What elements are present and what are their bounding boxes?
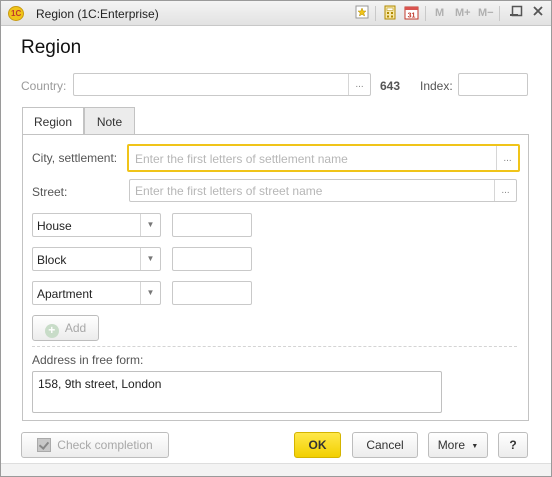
tab-region[interactable]: Region [22, 107, 84, 135]
title-bar: 1C Region (1C:Enterprise) 31 M M+ M− [1, 1, 551, 26]
apartment-type-select[interactable]: Apartment ▼ [32, 281, 161, 305]
ok-button[interactable]: OK [294, 432, 341, 458]
divider [32, 346, 517, 347]
index-field[interactable] [458, 73, 528, 96]
check-icon [37, 438, 52, 452]
house-number-input[interactable] [172, 213, 252, 237]
memory-m-button[interactable]: M [435, 7, 444, 19]
add-icon: + [44, 324, 59, 338]
street-label: Street: [32, 185, 68, 199]
check-completion-button[interactable]: Check completion [21, 432, 169, 458]
free-form-textarea[interactable]: 158, 9th street, London [32, 371, 442, 413]
city-placeholder: Enter the first letters of settlement na… [135, 152, 348, 166]
close-icon[interactable] [530, 5, 546, 21]
region-window: 1C Region (1C:Enterprise) 31 M M+ M− Reg… [0, 0, 552, 477]
city-field[interactable]: Enter the first letters of settlement na… [127, 144, 520, 172]
status-strip [1, 463, 551, 476]
ellipsis-icon[interactable]: ... [496, 146, 518, 170]
country-field[interactable]: ... [73, 73, 371, 96]
chevron-down-icon: ▼ [471, 443, 479, 450]
street-field[interactable]: Enter the first letters of street name .… [129, 179, 517, 202]
maximize-icon[interactable] [509, 5, 525, 21]
city-label: City, settlement: [32, 151, 118, 165]
block-type-select[interactable]: Block ▼ [32, 247, 161, 271]
check-completion-label: Check completion [57, 438, 153, 452]
memory-minus-button[interactable]: M− [478, 7, 494, 19]
more-button[interactable]: More ▼ [428, 432, 488, 458]
dropdown-arrow-icon[interactable]: ▼ [140, 282, 160, 304]
house-type-value: House [37, 219, 72, 233]
country-label: Country: [21, 79, 67, 93]
free-form-value: 158, 9th street, London [38, 377, 162, 391]
memory-plus-button[interactable]: M+ [455, 7, 471, 19]
apartment-type-value: Apartment [37, 287, 93, 301]
cancel-button[interactable]: Cancel [352, 432, 418, 458]
house-type-select[interactable]: House ▼ [32, 213, 161, 237]
window-title: Region (1C:Enterprise) [36, 7, 159, 21]
favorite-icon[interactable] [354, 5, 370, 21]
svg-text:31: 31 [407, 13, 415, 20]
toolbar-separator [425, 6, 426, 21]
dropdown-arrow-icon[interactable]: ▼ [140, 248, 160, 270]
calendar-icon[interactable]: 31 [403, 5, 419, 21]
block-number-input[interactable] [172, 247, 252, 271]
toolbar-separator [499, 6, 500, 21]
toolbar-separator [375, 6, 376, 21]
more-label: More [437, 438, 466, 452]
page-title: Region [21, 37, 82, 58]
free-form-label: Address in free form: [32, 353, 144, 367]
index-label: Index: [420, 79, 453, 93]
tab-note[interactable]: Note [84, 107, 135, 134]
ellipsis-icon[interactable]: ... [494, 180, 516, 201]
block-type-value: Block [37, 253, 67, 267]
apartment-number-input[interactable] [172, 281, 252, 305]
app-1c-icon[interactable]: 1C [8, 6, 24, 21]
add-label: Add [64, 321, 87, 335]
street-placeholder: Enter the first letters of street name [135, 184, 323, 198]
add-button[interactable]: + Add [32, 315, 99, 341]
ellipsis-icon[interactable]: ... [348, 74, 370, 95]
calculator-icon[interactable] [382, 5, 398, 21]
dropdown-arrow-icon[interactable]: ▼ [140, 214, 160, 236]
country-code: 643 [380, 79, 401, 93]
help-button[interactable]: ? [498, 432, 528, 458]
